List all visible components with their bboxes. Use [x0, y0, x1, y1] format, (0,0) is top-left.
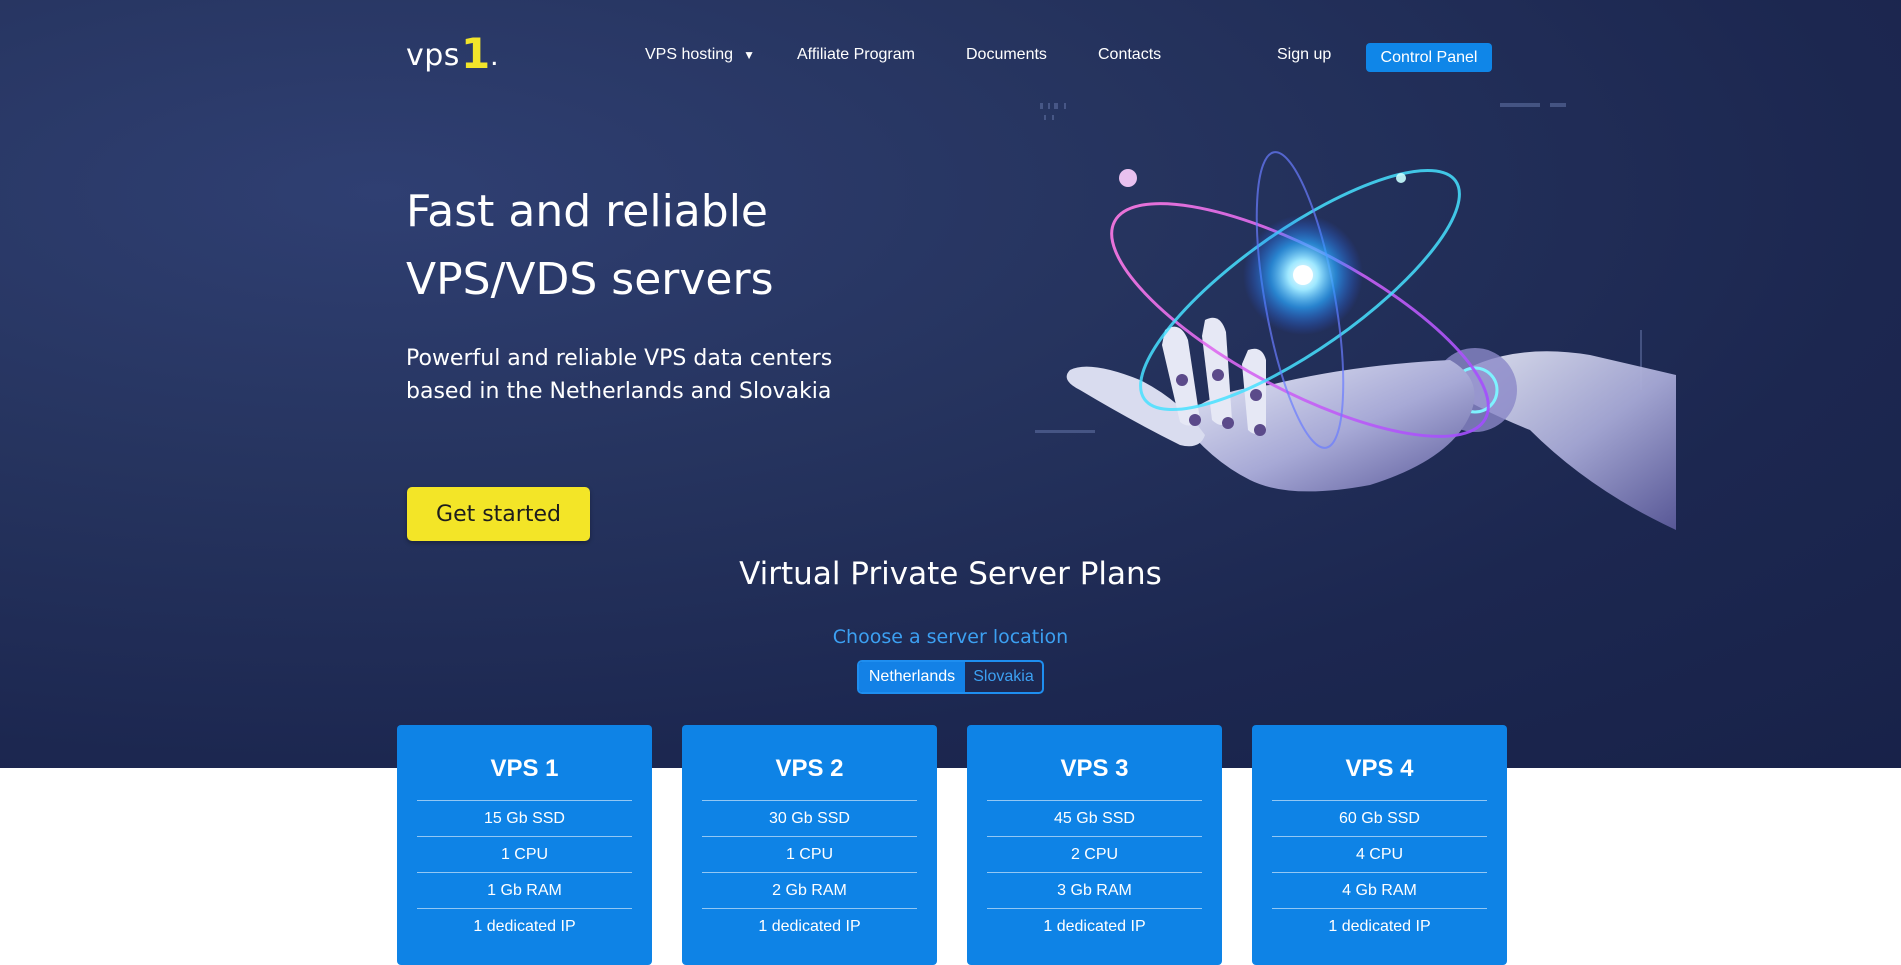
plan-card-vps2[interactable]: VPS 2 30 Gb SSD 1 CPU 2 Gb RAM 1 dedicat…	[682, 725, 937, 965]
plan-card-vps4[interactable]: VPS 4 60 Gb SSD 4 CPU 4 Gb RAM 1 dedicat…	[1252, 725, 1507, 965]
logo-text: vps	[406, 38, 460, 73]
plan-card-vps1[interactable]: VPS 1 15 Gb SSD 1 CPU 1 Gb RAM 1 dedicat…	[397, 725, 652, 965]
robot-hand-atom-illustration	[1035, 103, 1676, 530]
plan-spec-storage: 45 Gb SSD	[987, 800, 1202, 836]
plan-name: VPS 4	[1345, 755, 1414, 782]
plan-spec-ip: 1 dedicated IP	[987, 908, 1202, 944]
plan-name: VPS 1	[490, 755, 559, 782]
nav-vps-hosting[interactable]: VPS hosting ▼	[645, 46, 755, 64]
control-panel-button[interactable]: Control Panel	[1366, 43, 1492, 72]
plan-spec-cpu: 1 CPU	[702, 836, 917, 872]
plan-spec-ram: 3 Gb RAM	[987, 872, 1202, 908]
location-slovakia-button[interactable]: Slovakia	[965, 662, 1042, 692]
plan-spec-storage: 30 Gb SSD	[702, 800, 917, 836]
hero-subtitle: Powerful and reliable VPS data centers b…	[406, 346, 833, 404]
logo[interactable]: vps 1 .	[406, 30, 499, 76]
logo-dot: .	[490, 39, 499, 72]
plan-spec-ram: 4 Gb RAM	[1272, 872, 1487, 908]
nav-vps-hosting-label: VPS hosting	[645, 46, 734, 63]
plan-spec-ram: 2 Gb RAM	[702, 872, 917, 908]
location-label: Choose a server location	[832, 626, 1069, 648]
plan-card-vps3[interactable]: VPS 3 45 Gb SSD 2 CPU 3 Gb RAM 1 dedicat…	[967, 725, 1222, 965]
plan-spec-cpu: 1 CPU	[417, 836, 632, 872]
hero-title-line1: Fast and reliable	[406, 186, 768, 237]
nav-documents[interactable]: Documents	[966, 46, 1047, 64]
get-started-button[interactable]: Get started	[407, 487, 590, 541]
plan-spec-ip: 1 dedicated IP	[1272, 908, 1487, 944]
caret-down-icon: ▼	[743, 48, 755, 62]
hero-section: vps 1 . VPS hosting ▼ Affiliate Program D…	[0, 0, 1901, 768]
hero-title-line2: VPS/VDS servers	[406, 254, 774, 305]
plan-spec-storage: 60 Gb SSD	[1272, 800, 1487, 836]
location-toggle: Netherlands Slovakia	[857, 660, 1044, 694]
plan-spec-storage: 15 Gb SSD	[417, 800, 632, 836]
nav-affiliate-program[interactable]: Affiliate Program	[797, 46, 915, 64]
plan-name: VPS 3	[1060, 755, 1129, 782]
location-netherlands-button[interactable]: Netherlands	[859, 662, 965, 692]
plan-spec-cpu: 4 CPU	[1272, 836, 1487, 872]
plan-name: VPS 2	[775, 755, 844, 782]
plan-spec-ip: 1 dedicated IP	[417, 908, 632, 944]
plan-spec-ram: 1 Gb RAM	[417, 872, 632, 908]
plan-cards: VPS 1 15 Gb SSD 1 CPU 1 Gb RAM 1 dedicat…	[397, 725, 1507, 965]
plan-spec-cpu: 2 CPU	[987, 836, 1202, 872]
nav-contacts[interactable]: Contacts	[1098, 46, 1161, 64]
logo-number: 1	[460, 29, 491, 78]
plans-title: Virtual Private Server Plans	[739, 556, 1162, 592]
sign-up-link[interactable]: Sign up	[1277, 46, 1331, 64]
hero-title: Fast and reliable VPS/VDS servers	[406, 178, 1006, 314]
plan-spec-ip: 1 dedicated IP	[702, 908, 917, 944]
